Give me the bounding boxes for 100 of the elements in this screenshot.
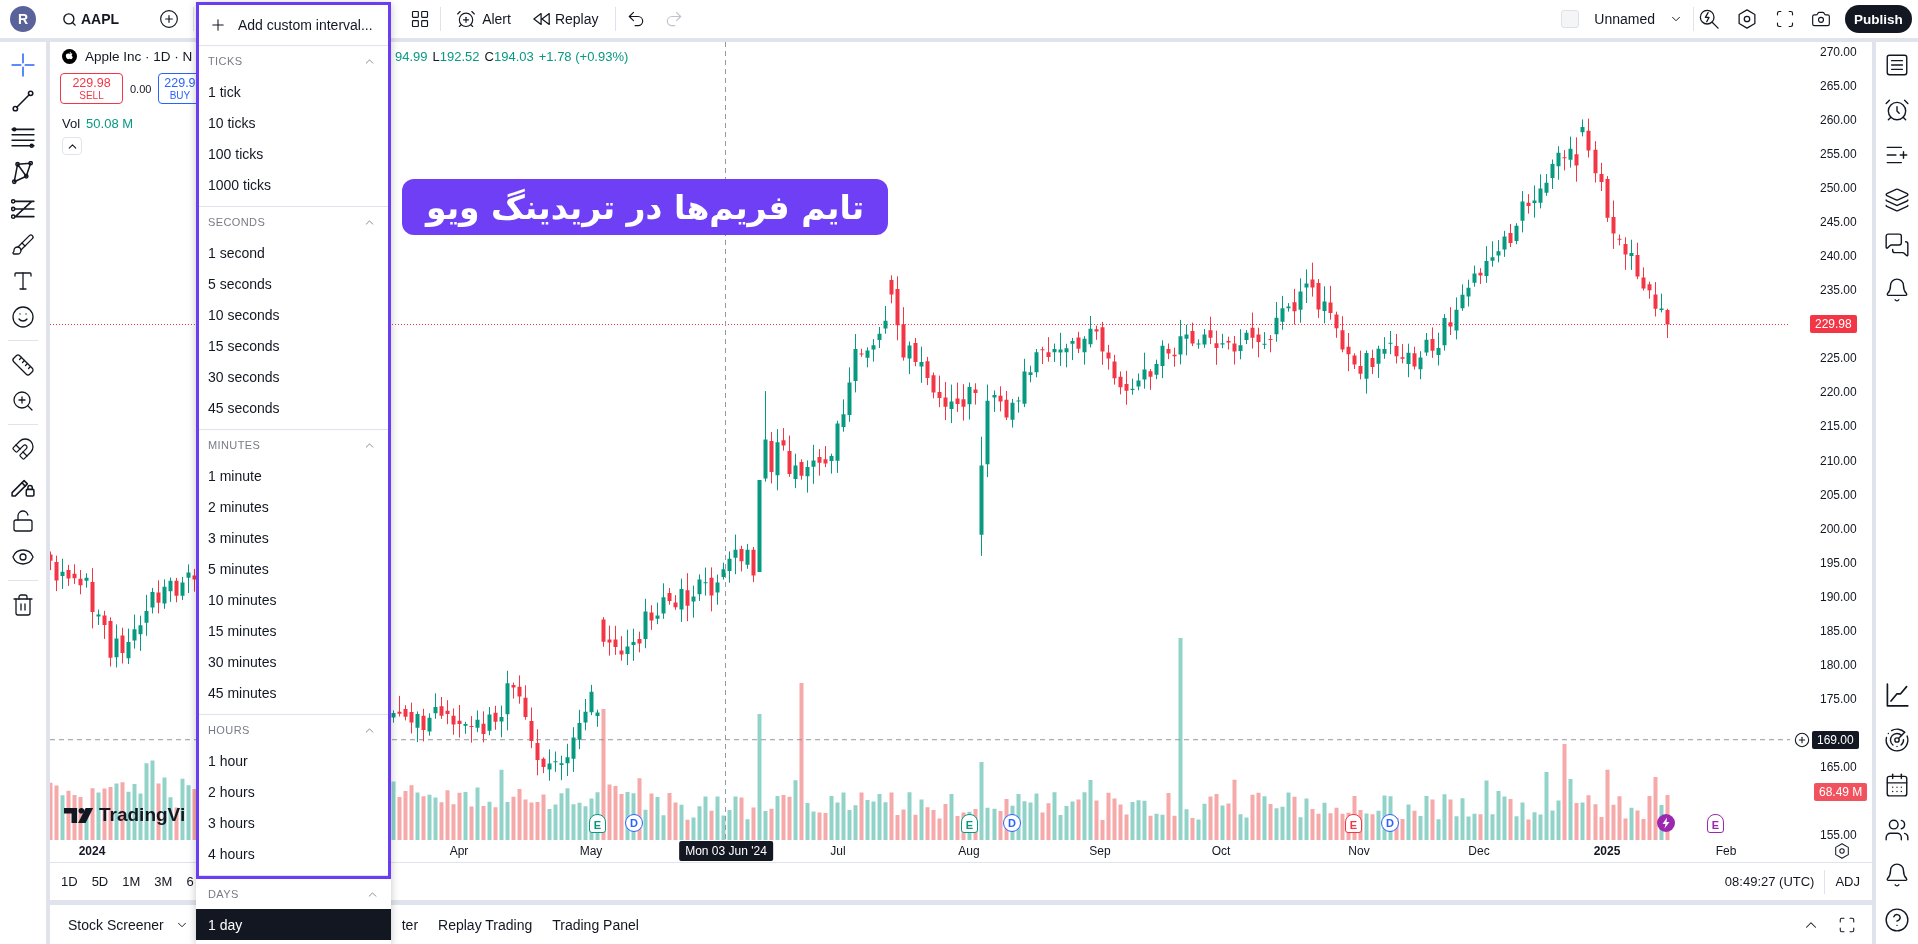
interval-option[interactable]: 1 minute (199, 460, 388, 491)
smiley-icon[interactable] (11, 305, 35, 329)
settings-icon[interactable] (1737, 9, 1757, 29)
range-button[interactable]: 6 (186, 874, 194, 889)
interval-option[interactable]: 2 hours (199, 776, 388, 807)
panel-tab[interactable]: Replay Trading (438, 916, 533, 933)
plus-circle-icon[interactable] (159, 9, 180, 29)
radar-icon[interactable] (1884, 726, 1910, 753)
section-toggle[interactable]: HOURS (199, 715, 388, 745)
publish-button[interactable]: Publish (1845, 5, 1912, 33)
crosshair-price-label: 169.00 (1812, 730, 1859, 749)
interval-option[interactable]: 15 seconds (199, 330, 388, 361)
section-toggle[interactable]: DAYS (196, 879, 391, 909)
layout-name-button[interactable]: Unnamed (1594, 5, 1683, 33)
replay-button[interactable]: Replay (532, 5, 599, 33)
price-label: 200.00 (1820, 521, 1857, 536)
sell-button[interactable]: 229.98 SELL (60, 73, 123, 104)
layers-icon[interactable] (1884, 186, 1910, 213)
interval-option[interactable]: 45 seconds (199, 392, 388, 423)
settings-icon[interactable] (1834, 843, 1850, 859)
interval-option[interactable]: 5 minutes (199, 553, 388, 584)
interval-option[interactable]: 10 minutes (199, 584, 388, 615)
zigzag-pattern-icon[interactable] (11, 161, 35, 185)
earnings-marker[interactable]: E (961, 814, 978, 833)
maximize-icon[interactable] (1838, 915, 1856, 934)
price-label: 255.00 (1820, 147, 1857, 162)
volume-value-label: 68.49 M (1814, 783, 1868, 801)
section-toggle[interactable]: SECONDS (199, 207, 388, 237)
search-icon (62, 11, 77, 27)
earnings-marker[interactable]: E (1707, 814, 1724, 833)
interval-option[interactable]: 10 ticks (199, 107, 388, 138)
volume-label: Vol (62, 115, 81, 131)
alert-button[interactable]: Alert (456, 5, 511, 33)
line-tool-icon[interactable] (11, 89, 35, 113)
crosshair-date-label: Mon 03 Jun '24 (679, 841, 773, 861)
lightning-magnifier-icon[interactable] (1699, 9, 1719, 29)
dividend-marker[interactable]: D (1381, 814, 1399, 832)
horizontal-lines-icon[interactable] (11, 125, 35, 149)
panel-tab[interactable]: ter (401, 916, 419, 933)
bell-icon[interactable] (1884, 861, 1910, 888)
screener-dropdown[interactable]: Stock Screener (68, 916, 189, 933)
crosshair-icon[interactable] (11, 53, 35, 77)
lightning-icon[interactable] (1657, 814, 1675, 832)
interval-option[interactable]: 1 day (196, 909, 391, 940)
ruler-icon[interactable] (11, 353, 35, 377)
interval-option[interactable]: 1 second (199, 237, 388, 268)
symbol-search-button[interactable]: AAPL (62, 5, 120, 33)
time-label: Apr (449, 844, 469, 858)
trash-icon[interactable] (11, 593, 35, 617)
price-label: 210.00 (1820, 453, 1857, 468)
interval-option[interactable]: 100 ticks (199, 138, 388, 169)
time-label: Aug (958, 844, 980, 858)
open-lock-icon[interactable] (11, 509, 35, 533)
brush-icon[interactable] (11, 233, 35, 257)
bell-icon[interactable] (1884, 276, 1910, 303)
interval-option[interactable]: 10 seconds (199, 299, 388, 330)
price-label: 155.00 (1820, 828, 1857, 843)
interval-option[interactable]: 1000 ticks (199, 169, 388, 200)
range-button[interactable]: 3M (154, 874, 173, 889)
timezone-button[interactable]: 08:49:27 (UTC) (1724, 874, 1815, 889)
section-toggle[interactable]: MINUTES (199, 430, 388, 460)
adjustment-button[interactable]: ADJ (1835, 874, 1860, 889)
interval-option[interactable]: 5 seconds (199, 268, 388, 299)
interval-option[interactable]: 2 minutes (199, 491, 388, 522)
price-change: +1.78 (+0.93%) (538, 48, 629, 64)
panel-tab[interactable]: Trading Panel (552, 916, 639, 933)
grid-icon[interactable] (410, 9, 431, 29)
text-tool-icon[interactable] (11, 269, 35, 293)
interval-option[interactable]: 4 hours (199, 838, 388, 869)
section-toggle[interactable]: TICKS (199, 46, 388, 76)
interval-option[interactable]: 45 minutes (199, 677, 388, 708)
price-label: 180.00 (1820, 657, 1857, 672)
camera-icon[interactable] (1811, 9, 1831, 29)
earnings-marker[interactable]: E (589, 814, 606, 833)
apple-logo-icon (62, 48, 77, 64)
collapse-button[interactable] (62, 137, 82, 155)
earnings-marker[interactable]: E (1345, 814, 1362, 833)
chart-line-icon[interactable] (1885, 682, 1909, 707)
interval-option[interactable]: 30 seconds (199, 361, 388, 392)
magnet-icon[interactable] (11, 437, 35, 461)
user-avatar[interactable]: R (10, 6, 36, 32)
interval-option[interactable]: 3 hours (199, 807, 388, 838)
range-button[interactable]: 1D (61, 874, 78, 889)
zoom-in-icon[interactable] (11, 389, 35, 413)
time-label: May (579, 844, 603, 858)
calendar-icon[interactable] (1884, 771, 1910, 798)
parallel-lines-icon[interactable] (11, 197, 35, 221)
interval-option[interactable]: 1 tick (199, 76, 388, 107)
plus-circle-icon[interactable] (1794, 731, 1810, 748)
price-label: 245.00 (1820, 215, 1857, 230)
help-icon[interactable] (1884, 906, 1910, 933)
interval-option[interactable]: 15 minutes (199, 615, 388, 646)
chat-icon[interactable] (1884, 231, 1910, 258)
ohlc-value: 94.99 (395, 48, 428, 64)
interval-option[interactable]: 3 minutes (199, 522, 388, 553)
interval-option[interactable]: 30 minutes (199, 646, 388, 677)
range-button[interactable]: 5D (91, 874, 109, 889)
fullscreen-icon[interactable] (1775, 9, 1795, 29)
range-button[interactable]: 1M (122, 874, 141, 889)
interval-option[interactable]: 1 hour (199, 745, 388, 776)
